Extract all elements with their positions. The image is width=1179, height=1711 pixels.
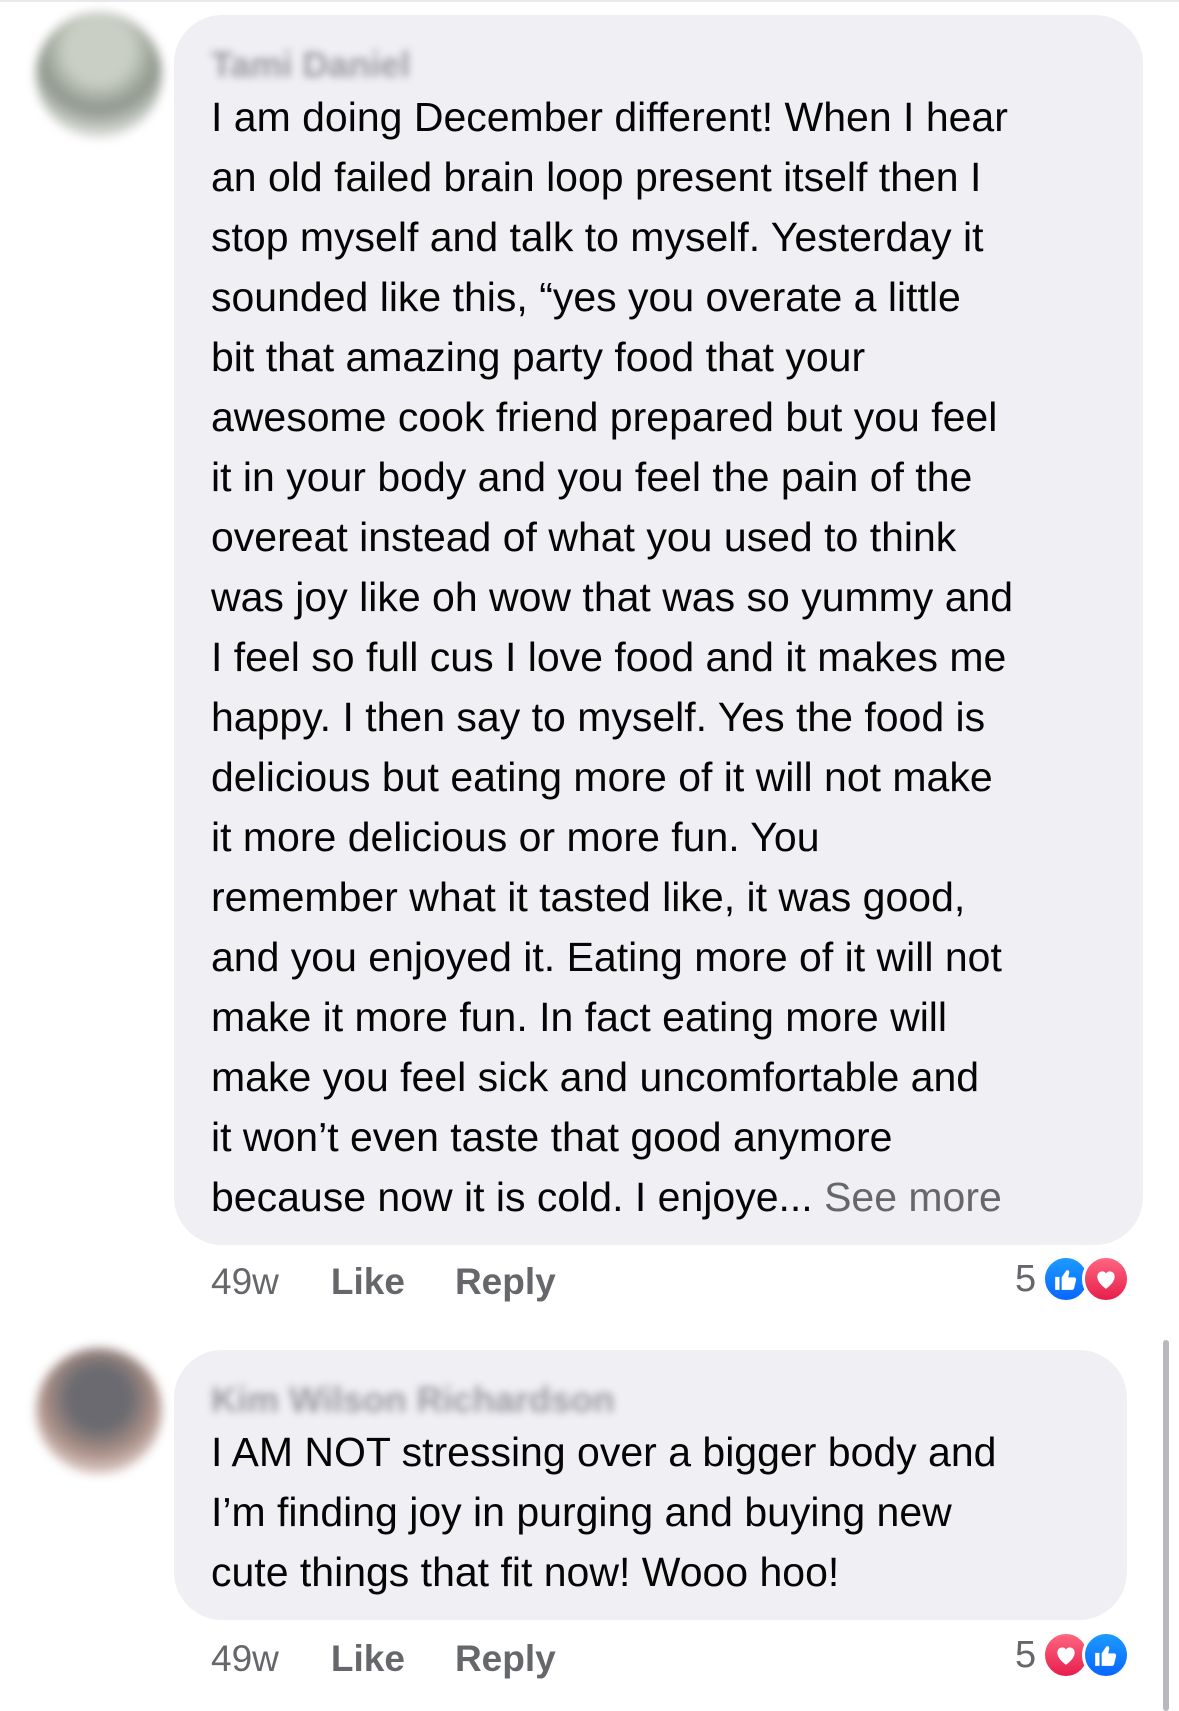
comment-author[interactable]: Tami Daniel — [211, 43, 1107, 87]
reaction-summary[interactable]: 5 — [1015, 1254, 1131, 1304]
comment-bubble[interactable]: Kim Wilson Richardson I AM NOT stressing… — [174, 1350, 1127, 1620]
like-button[interactable]: Like — [331, 1638, 405, 1680]
like-icon — [1082, 1631, 1131, 1679]
reaction-count: 5 — [1015, 1257, 1037, 1300]
reaction-count: 5 — [1015, 1633, 1037, 1676]
see-more-link[interactable]: See more — [824, 1174, 1002, 1220]
reaction-summary[interactable]: 5 — [1015, 1630, 1131, 1680]
reply-button[interactable]: Reply — [455, 1638, 556, 1680]
avatar[interactable] — [36, 12, 162, 138]
top-divider — [0, 0, 1179, 2]
love-icon — [1082, 1255, 1131, 1303]
scrollbar[interactable] — [1163, 1340, 1169, 1711]
like-button[interactable]: Like — [331, 1261, 405, 1303]
comment-body: I am doing December different! When I he… — [211, 94, 1014, 1220]
timestamp[interactable]: 49w — [211, 1261, 279, 1303]
timestamp[interactable]: 49w — [211, 1638, 279, 1680]
comment-bubble[interactable]: Tami Daniel I am doing December differen… — [174, 15, 1143, 1245]
comment-actions: 49w Like Reply — [211, 1634, 606, 1684]
comment-author[interactable]: Kim Wilson Richardson — [211, 1378, 1091, 1422]
comment-actions: 49w Like Reply — [211, 1257, 606, 1307]
avatar[interactable] — [36, 1348, 162, 1474]
comment-text: I AM NOT stressing over a bigger body an… — [211, 1429, 997, 1595]
comment-text: I am doing December different! When I he… — [211, 87, 1107, 1227]
reply-button[interactable]: Reply — [455, 1261, 556, 1303]
